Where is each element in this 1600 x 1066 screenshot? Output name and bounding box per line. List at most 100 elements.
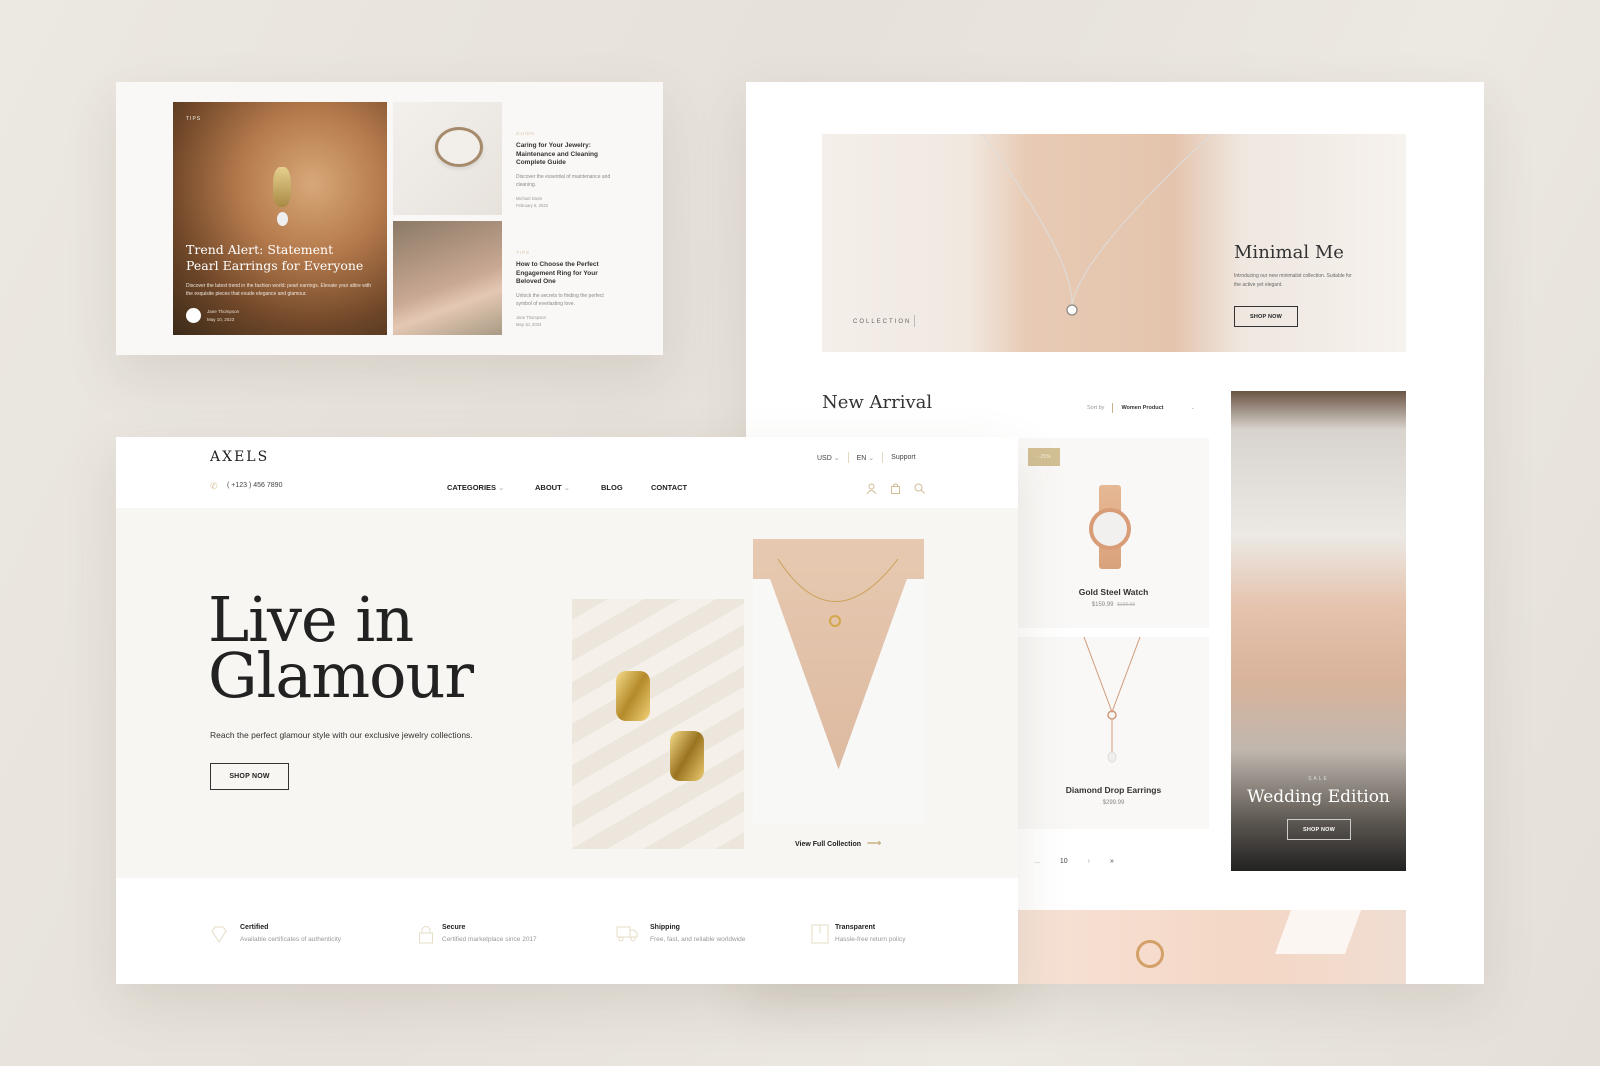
- bag-icon[interactable]: [890, 483, 901, 494]
- home-page: AXELS USD ⌄ EN ⌄ Support ✆ ( +123 ) 456 …: [116, 437, 1018, 984]
- feature-title: Shipping: [650, 924, 680, 931]
- post-excerpt: Discover the essential of maintenance an…: [516, 173, 611, 188]
- post-author: Jane Thompson: [207, 309, 240, 314]
- logo[interactable]: AXELS: [210, 449, 269, 465]
- chevron-down-icon: ⌄: [868, 454, 875, 462]
- phone-number: ( +123 ) 456 7890: [227, 482, 283, 489]
- language-select[interactable]: EN ⌄: [857, 454, 875, 462]
- post-tag: TIPS: [186, 116, 202, 122]
- price-old: $199.99: [1117, 602, 1136, 608]
- ring-image: [1136, 940, 1164, 968]
- last-page-button[interactable]: »: [1110, 858, 1114, 865]
- pagination: ... 10 › »: [1034, 858, 1114, 865]
- shop-now-button[interactable]: SHOP NOW: [1234, 306, 1298, 327]
- necklace-image: [1083, 637, 1141, 763]
- language-value: EN: [856, 454, 867, 462]
- arrow-right-icon: ⟶: [866, 838, 882, 849]
- post-date: February 5, 2023: [516, 202, 548, 208]
- necklace-model-image[interactable]: [753, 539, 924, 823]
- next-page-button[interactable]: ›: [1088, 858, 1090, 865]
- feature-desc: Available certificates of authenticity: [240, 936, 342, 943]
- post-author: Jane Thompson: [516, 314, 546, 320]
- section-title: New Arrival: [822, 392, 933, 413]
- product-price: $299.99: [1102, 800, 1125, 806]
- blog-card: TIPS Trend Alert: Statement Pearl Earrin…: [116, 82, 663, 355]
- ribbon-image: [1274, 910, 1362, 954]
- price-current: $159.99: [1091, 602, 1114, 608]
- hero-title: Live in Glamour: [208, 589, 474, 712]
- ring-image: [616, 671, 650, 721]
- divider: [847, 452, 849, 463]
- collection-title: Minimal Me: [1234, 242, 1344, 263]
- engagement-ring-image[interactable]: [393, 221, 502, 335]
- product-name: Diamond Drop Earrings: [1065, 785, 1162, 795]
- product-card[interactable]: - 25% Gold Steel Watch $159.99 $199.99: [1018, 438, 1209, 628]
- feature-title: Certified: [240, 924, 269, 931]
- post-tag: GUIDE: [516, 131, 536, 136]
- chevron-down-icon: ⌄: [833, 454, 840, 462]
- nav-contact[interactable]: CONTACT: [651, 483, 687, 492]
- page-ellipsis: ...: [1034, 858, 1040, 865]
- post-title: Caring for Your Jewelry: Maintenance and…: [516, 142, 598, 166]
- necklace-image: [981, 134, 1213, 316]
- gold-rings-image[interactable]: [572, 599, 744, 849]
- post-author: Michael Davis: [516, 195, 543, 201]
- collection-description: Introducing our new minimalist collectio…: [1234, 273, 1352, 288]
- post-item[interactable]: GUIDE Caring for Your Jewelry: Maintenan…: [516, 131, 616, 208]
- sort-label: Sort by: [1087, 405, 1105, 411]
- box-icon: [811, 924, 829, 944]
- nav-blog[interactable]: BLOG: [601, 483, 623, 492]
- collection-banner[interactable]: COLLECTION Minimal Me Introducing our ne…: [822, 134, 1406, 352]
- pearl-image: [277, 212, 288, 226]
- feature-desc: Hassle-free return policy: [835, 936, 906, 943]
- feature-desc: Free, fast, and reliable worldwide: [650, 936, 746, 943]
- product-card[interactable]: Diamond Drop Earrings $299.99: [1018, 637, 1209, 829]
- feature-title: Transparent: [835, 924, 876, 931]
- collection-divider: [914, 315, 915, 327]
- wedding-title: Wedding Edition: [1247, 787, 1390, 807]
- support-link[interactable]: Support: [891, 454, 916, 461]
- author-avatar: [186, 308, 201, 323]
- shop-now-button[interactable]: SHOP NOW: [210, 763, 289, 790]
- wedding-banner[interactable]: SALE Wedding Edition SHOP NOW: [1231, 391, 1406, 871]
- sort-dropdown[interactable]: Sort by Women Product ⌄: [1087, 402, 1195, 414]
- hero-title-line: Glamour: [208, 639, 474, 712]
- post-tag: TIPS: [516, 250, 531, 255]
- sort-divider: [1112, 403, 1114, 413]
- nav-label: CATEGORIES: [447, 483, 497, 492]
- rings-banner[interactable]: [1018, 910, 1406, 984]
- post-excerpt: Discover the latest trend in the fashion…: [186, 283, 372, 297]
- featured-post[interactable]: TIPS Trend Alert: Statement Pearl Earrin…: [173, 102, 387, 335]
- nav-categories[interactable]: CATEGORIES ⌄: [447, 483, 504, 492]
- discount-badge: - 25%: [1028, 448, 1060, 466]
- feature-desc: Certified marketplace since 2017: [442, 936, 537, 943]
- product-price: $159.99 $199.99: [1018, 602, 1209, 608]
- truck-icon: [616, 926, 638, 942]
- currency-select[interactable]: USD ⌄: [817, 454, 840, 462]
- view-full-collection-link[interactable]: View Full Collection ⟶: [795, 838, 881, 849]
- lock-icon: [419, 926, 433, 944]
- watch-face: [1089, 508, 1131, 550]
- user-icon[interactable]: [866, 483, 877, 494]
- nav-label: ABOUT: [535, 483, 562, 492]
- pendant-image: [777, 559, 899, 627]
- hero-section: Live in Glamour Reach the perfect glamou…: [116, 508, 1018, 878]
- nav-about[interactable]: ABOUT ⌄: [535, 483, 570, 492]
- jewelry-dish-image[interactable]: [393, 102, 502, 215]
- post-date: May 10, 2023: [516, 321, 542, 327]
- shop-now-button[interactable]: SHOP NOW: [1287, 819, 1351, 840]
- currency-value: USD: [817, 454, 832, 462]
- search-icon[interactable]: [914, 483, 925, 494]
- post-date: May 10, 2023: [207, 317, 235, 322]
- post-excerpt: Unlock the secrets to finding the perfec…: [516, 292, 604, 307]
- hero-subtitle: Reach the perfect glamour style with our…: [210, 730, 473, 740]
- feature-title: Secure: [442, 924, 466, 931]
- diamond-icon: [211, 926, 227, 943]
- rings-dish: [435, 127, 483, 167]
- sort-value: Women Product: [1121, 405, 1164, 411]
- page-10[interactable]: 10: [1060, 858, 1068, 865]
- top-utilities: USD ⌄ EN ⌄ Support: [817, 452, 916, 463]
- sale-tag: SALE: [1308, 776, 1329, 782]
- product-name: Gold Steel Watch: [1078, 587, 1149, 597]
- post-item[interactable]: TIPS How to Choose the Perfect Engagemen…: [516, 250, 616, 327]
